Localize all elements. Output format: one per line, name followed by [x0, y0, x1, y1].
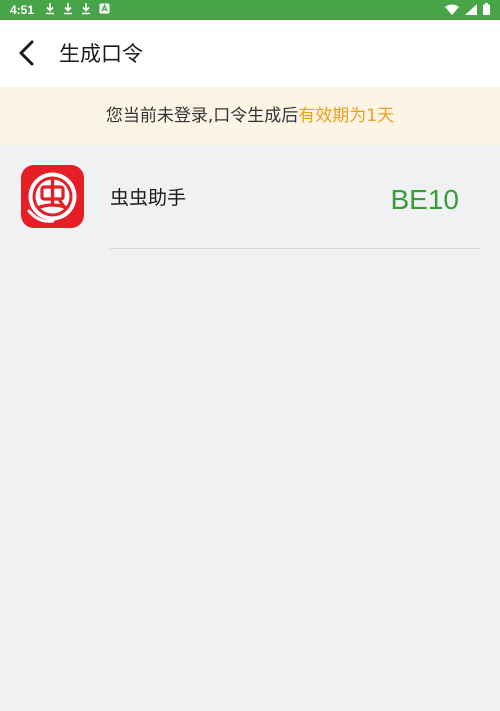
- app-notification-icon: [99, 3, 110, 14]
- signal-icon: [465, 3, 477, 15]
- login-notice-banner: 您当前未登录,口令生成后有效期为1天: [0, 87, 500, 145]
- app-name: 虫虫助手: [110, 187, 187, 209]
- app-bar: 生成口令: [0, 20, 500, 87]
- divider: [110, 248, 480, 249]
- password-code[interactable]: BE10: [391, 183, 460, 217]
- status-indicators: [445, 3, 490, 15]
- download-icon: [82, 3, 90, 15]
- back-button[interactable]: [12, 37, 44, 69]
- status-bar: 4:51: [0, 0, 500, 20]
- chevron-left-icon: [19, 40, 34, 66]
- notification-icons: [45, 3, 110, 15]
- notice-text: 您当前未登录,口令生成后: [105, 106, 299, 126]
- notice-validity-highlight: 有效期为1天: [298, 106, 395, 126]
- download-icon: [46, 3, 54, 15]
- wifi-icon: [445, 4, 459, 15]
- status-time: 4:51: [10, 3, 35, 17]
- chongchong-logo-icon: [21, 165, 84, 228]
- list-item[interactable]: 虫虫助手 BE10: [0, 145, 500, 249]
- download-icon: [64, 3, 72, 15]
- page-title: 生成口令: [59, 42, 143, 66]
- battery-icon: [483, 3, 490, 15]
